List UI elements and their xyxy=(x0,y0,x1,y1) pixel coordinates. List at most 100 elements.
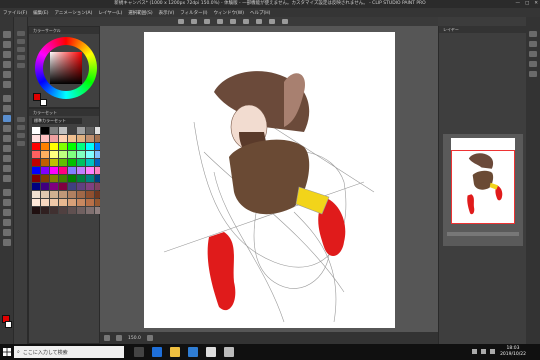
menu-window[interactable]: ウィンドウ(W) xyxy=(214,10,244,16)
frame-tool-icon[interactable] xyxy=(3,199,11,206)
redo-icon[interactable] xyxy=(230,19,236,24)
clip-studio-taskbar-icon[interactable] xyxy=(224,347,234,357)
auto-select-tool-icon[interactable] xyxy=(3,71,11,78)
subtool-item[interactable] xyxy=(17,141,25,146)
color-swatch[interactable] xyxy=(32,167,40,174)
color-swatch[interactable] xyxy=(41,127,49,134)
explorer-icon[interactable] xyxy=(170,347,180,357)
color-swatch[interactable] xyxy=(86,151,94,158)
color-swatch[interactable] xyxy=(59,207,67,214)
text-tool-icon[interactable] xyxy=(3,219,11,226)
fill-tool-icon[interactable] xyxy=(3,165,11,172)
taskbar-search[interactable]: ⌕ ここに入力して検索 xyxy=(14,346,124,358)
color-swatch[interactable] xyxy=(86,199,94,206)
start-button[interactable] xyxy=(0,344,14,360)
color-swatch[interactable] xyxy=(41,135,49,142)
color-swatch[interactable] xyxy=(68,207,76,214)
move-tool-icon[interactable] xyxy=(3,41,11,48)
clear-icon[interactable] xyxy=(243,19,249,24)
color-swatch[interactable] xyxy=(77,199,85,206)
color-swatch[interactable] xyxy=(86,143,94,150)
navigator-view-rect[interactable] xyxy=(451,150,515,224)
edge-icon[interactable] xyxy=(152,347,162,357)
color-swatch[interactable] xyxy=(41,183,49,190)
navigator-preview[interactable] xyxy=(451,138,515,224)
color-swatch[interactable] xyxy=(50,183,58,190)
color-swatch[interactable] xyxy=(77,135,85,142)
taskbar-clock[interactable]: 18:03 2019/10/22 xyxy=(500,346,526,358)
color-swatch[interactable] xyxy=(77,191,85,198)
color-swatch[interactable] xyxy=(32,159,40,166)
figure-tool-icon[interactable] xyxy=(3,189,11,196)
color-swatch[interactable] xyxy=(32,175,40,182)
new-file-icon[interactable] xyxy=(178,19,184,24)
airbrush-tool-icon[interactable] xyxy=(3,125,11,132)
color-swatch[interactable] xyxy=(50,199,58,206)
color-swatch[interactable] xyxy=(77,207,85,214)
eraser-tool-icon[interactable] xyxy=(3,145,11,152)
color-swatch[interactable] xyxy=(77,127,85,134)
color-swatch[interactable] xyxy=(77,159,85,166)
color-swatch[interactable] xyxy=(41,175,49,182)
deselect-icon[interactable] xyxy=(269,19,275,24)
panel-toggle-icon[interactable] xyxy=(529,71,537,77)
gradient-tool-icon[interactable] xyxy=(3,175,11,182)
decoration-tool-icon[interactable] xyxy=(3,135,11,142)
color-swatch[interactable] xyxy=(50,167,58,174)
color-swatch[interactable] xyxy=(59,183,67,190)
menu-view[interactable]: 表示(V) xyxy=(159,10,175,16)
transform-icon[interactable] xyxy=(256,19,262,24)
color-swatch[interactable] xyxy=(59,151,67,158)
navigator-zoom-slider[interactable] xyxy=(447,232,519,236)
rotate-icon[interactable] xyxy=(146,335,153,341)
sub-color-swatch[interactable] xyxy=(5,321,12,328)
zoom-tool-icon[interactable] xyxy=(3,31,11,38)
color-swatch[interactable] xyxy=(68,175,76,182)
color-swatch[interactable] xyxy=(50,159,58,166)
color-swatch[interactable] xyxy=(41,159,49,166)
color-swatch[interactable] xyxy=(50,175,58,182)
color-swatch[interactable] xyxy=(41,167,49,174)
color-swatch[interactable] xyxy=(59,167,67,174)
color-swatch[interactable] xyxy=(59,175,67,182)
subtool-item[interactable] xyxy=(17,133,25,138)
canvas-area[interactable] xyxy=(100,26,438,332)
color-swatch[interactable] xyxy=(50,151,58,158)
subtool-item[interactable] xyxy=(17,39,25,44)
pencil-tool-icon[interactable] xyxy=(3,105,11,112)
color-swatch[interactable] xyxy=(41,151,49,158)
balloon-tool-icon[interactable] xyxy=(3,229,11,236)
color-swatch[interactable] xyxy=(59,143,67,150)
color-swatch[interactable] xyxy=(68,143,76,150)
subtool-item[interactable] xyxy=(17,47,25,52)
color-swatch[interactable] xyxy=(68,159,76,166)
subtool-item[interactable] xyxy=(17,31,25,36)
brush-tool-icon[interactable] xyxy=(3,115,11,122)
menu-file[interactable]: ファイル(F) xyxy=(3,10,27,16)
color-swatch[interactable] xyxy=(86,159,94,166)
color-swatch[interactable] xyxy=(32,127,40,134)
color-swatch[interactable] xyxy=(86,175,94,182)
menu-select[interactable]: 選択範囲(S) xyxy=(128,10,152,16)
color-swatch[interactable] xyxy=(86,207,94,214)
color-swatch[interactable] xyxy=(86,127,94,134)
color-swatch[interactable] xyxy=(41,207,49,214)
color-swatch[interactable] xyxy=(77,151,85,158)
color-set-name[interactable]: 標準カラーセット xyxy=(32,118,82,124)
drawing-canvas[interactable] xyxy=(144,32,395,328)
maximize-button[interactable]: □ xyxy=(525,0,529,8)
save-icon[interactable] xyxy=(204,19,210,24)
color-swatch[interactable] xyxy=(32,151,40,158)
color-swatch[interactable] xyxy=(68,191,76,198)
color-swatch[interactable] xyxy=(77,183,85,190)
correct-line-tool-icon[interactable] xyxy=(3,239,11,246)
color-swatch[interactable] xyxy=(32,191,40,198)
color-swatch[interactable] xyxy=(86,135,94,142)
color-swatch[interactable] xyxy=(59,159,67,166)
saturation-value-square[interactable] xyxy=(50,52,82,84)
task-view-icon[interactable] xyxy=(134,347,144,357)
menu-edit[interactable]: 編集(E) xyxy=(33,10,48,16)
color-swatch[interactable] xyxy=(86,167,94,174)
color-swatch[interactable] xyxy=(68,199,76,206)
open-file-icon[interactable] xyxy=(191,19,197,24)
